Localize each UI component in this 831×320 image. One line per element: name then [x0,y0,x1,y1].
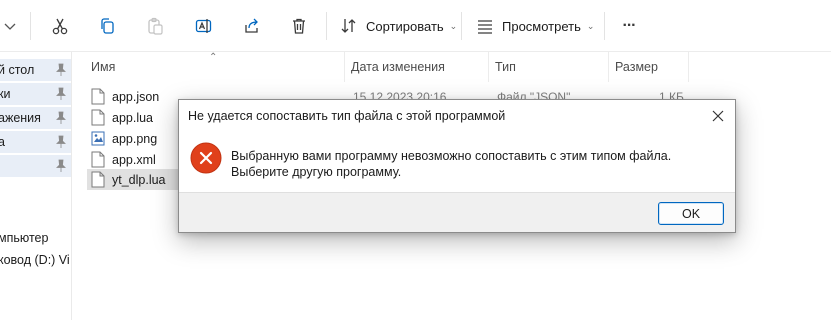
view-icon [478,20,492,34]
toolbar-divider [326,12,327,40]
toolbar-divider [461,12,462,40]
close-button[interactable] [709,107,727,125]
more-options-button[interactable]: ··· [618,12,640,40]
file-icon [91,171,105,188]
delete-icon[interactable] [287,12,311,40]
column-header-size[interactable]: Размер [609,52,689,82]
column-header-row: ⌃ Имя Дата изменения Тип Размер [73,52,831,82]
file-icon [91,109,105,126]
command-bar: Сортировать ⌄ Просмотреть ⌄ ··· [0,0,831,52]
nav-item-this-pc[interactable]: мпьютер [0,227,71,249]
nav-item-label: й стол [0,63,35,77]
nav-item-pictures[interactable]: ажения [0,107,71,129]
error-dialog: Не удается сопоставить тип файла с этой … [178,99,736,233]
column-header-label: Имя [91,60,116,74]
chevron-down-icon: ⌄ [449,20,458,31]
column-header-type[interactable]: Тип [489,52,609,82]
pin-icon [56,111,66,124]
nav-item-downloads[interactable]: ки [0,83,71,105]
share-icon[interactable] [240,12,264,40]
dialog-message: Выбранную вами программу невозможно сопо… [231,149,672,179]
image-file-icon [91,131,105,146]
nav-item-label: мпьютер [0,231,49,245]
cut-icon[interactable] [48,12,72,40]
file-name: app.json [112,89,160,104]
file-name: yt_dlp.lua [112,172,166,187]
file-name: app.xml [112,152,156,167]
file-icon [91,88,105,105]
file-row-selected[interactable]: yt_dlp.lua [87,169,187,190]
nav-item-drive-d[interactable]: ковод (D:) Vi [0,249,71,271]
toolbar-divider [604,12,605,40]
column-header-date[interactable]: Дата изменения [345,52,489,82]
error-icon [190,142,222,174]
sort-label: Сортировать [366,18,444,34]
toolbar-divider [30,12,31,40]
chevron-down-icon[interactable] [2,12,18,40]
nav-item-label: ковод (D:) Vi [0,253,70,267]
nav-item-videos[interactable] [0,155,71,177]
copy-icon[interactable] [95,12,119,40]
column-header-label: Тип [495,60,516,74]
column-header-label: Дата изменения [351,60,445,74]
navigation-pane: й стол ки ажения а мпьютер ковод (D:) Vi [0,52,72,320]
view-label: Просмотреть [502,18,581,34]
nav-item-label: ки [0,87,11,101]
view-button[interactable]: Просмотреть ⌄ [476,12,594,40]
sort-button[interactable]: Сортировать ⌄ [340,12,457,40]
file-icon [91,151,105,168]
chevron-down-icon: ⌄ [586,20,595,31]
column-header-name[interactable]: Имя [85,52,345,82]
rename-icon[interactable] [192,12,216,40]
pin-icon [56,159,66,172]
nav-item-desktop[interactable]: й стол [0,59,71,81]
pin-icon [56,135,66,148]
close-icon [712,110,724,122]
nav-item-label: ажения [0,111,41,125]
pin-icon [56,87,66,100]
column-header-label: Размер [615,60,658,74]
nav-item-music[interactable]: а [0,131,71,153]
file-name: app.png [112,131,158,146]
sort-icon [341,19,356,33]
dialog-footer: OK [179,192,735,232]
nav-item-label: а [0,135,5,149]
ok-button[interactable]: OK [658,202,724,225]
file-name: app.lua [112,110,154,125]
pin-icon [56,63,66,76]
dialog-title: Не удается сопоставить тип файла с этой … [188,109,506,123]
paste-icon[interactable] [143,12,167,40]
